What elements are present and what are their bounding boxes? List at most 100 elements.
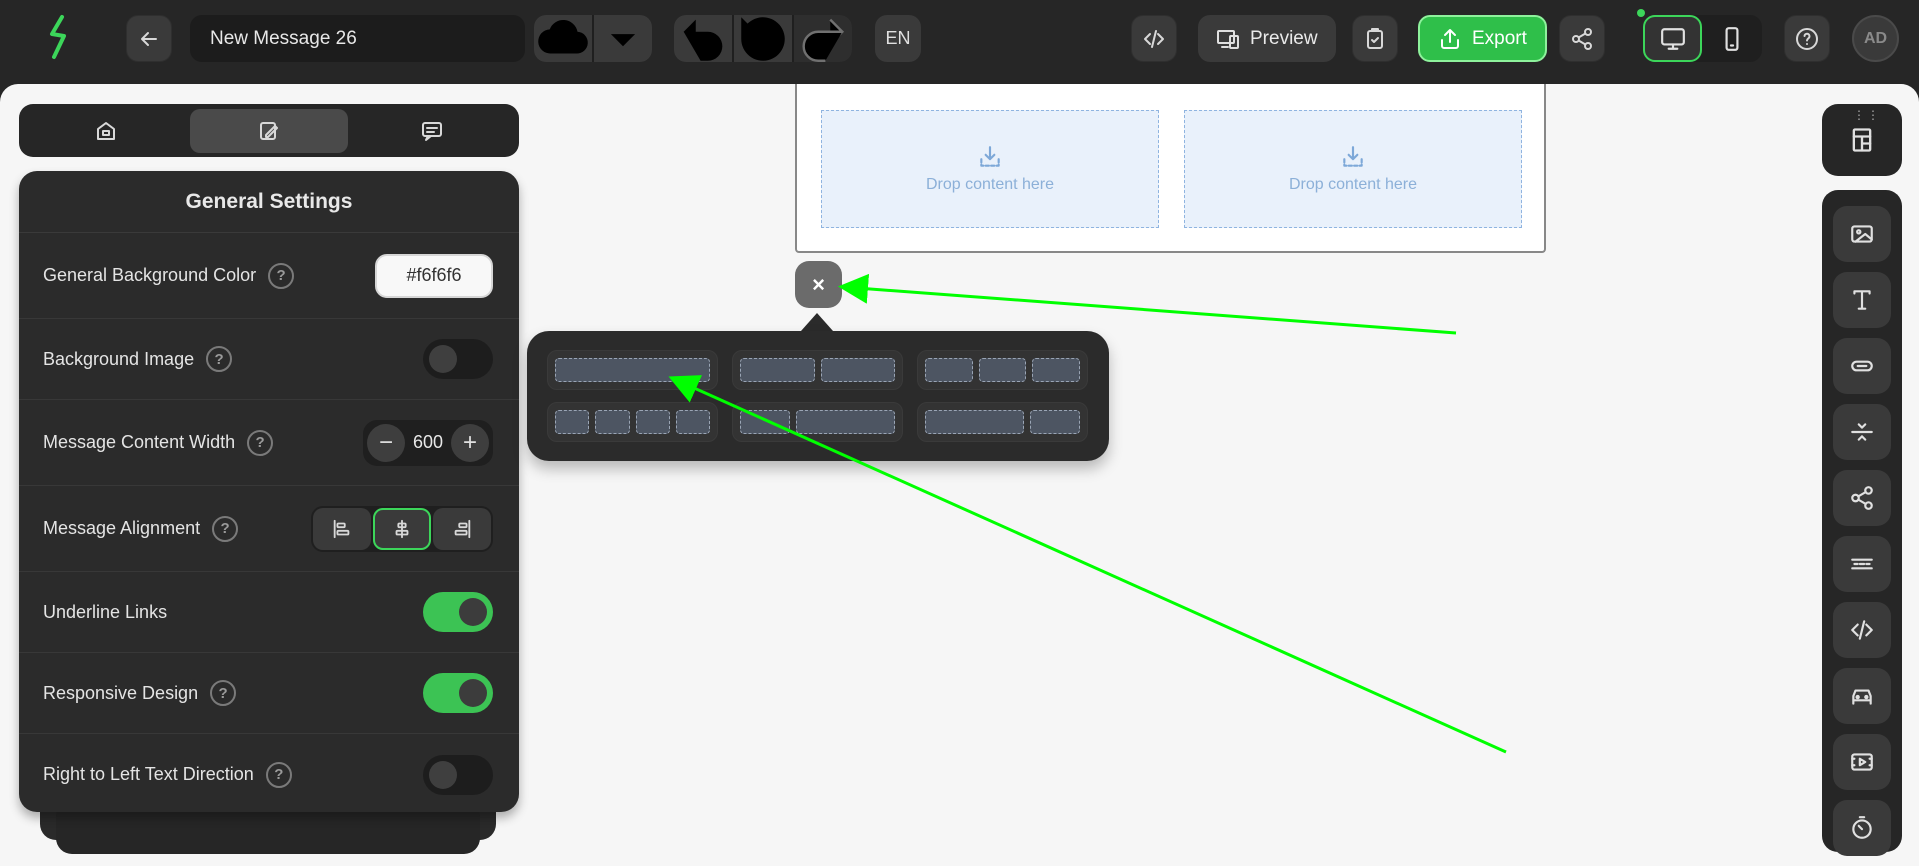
undo-icon (683, 19, 723, 61)
content-width-stepper: − 600 + (363, 419, 493, 466)
checklist-button[interactable] (1352, 15, 1398, 62)
button-block-button[interactable] (1833, 338, 1891, 394)
layout-4-columns[interactable] (547, 402, 718, 442)
video-block-button[interactable] (1833, 734, 1891, 790)
menu-block-button[interactable] (1833, 536, 1891, 592)
tab-content[interactable] (27, 109, 184, 153)
content-icon (96, 121, 115, 140)
image-block-button[interactable] (1833, 206, 1891, 262)
help-icon (1796, 27, 1818, 50)
html-block-button[interactable] (1833, 602, 1891, 658)
back-button[interactable] (126, 15, 172, 62)
tab-comments[interactable] (354, 109, 511, 153)
setting-rtl: Right to Left Text Direction? (19, 734, 519, 812)
align-center-button[interactable] (373, 507, 431, 550)
setting-content-width: Message Content Width? − 600 + (19, 400, 519, 486)
comments-icon (422, 121, 443, 141)
code-icon (1144, 29, 1164, 48)
rtl-toggle[interactable] (423, 754, 493, 795)
share-icon (1572, 27, 1592, 50)
help-icon[interactable]: ? (206, 346, 233, 372)
cloud-upload-button[interactable] (534, 15, 592, 62)
help-icon[interactable]: ? (265, 761, 292, 788)
undo-button[interactable] (674, 15, 732, 62)
popup-caret (801, 313, 833, 331)
help-icon[interactable]: ? (268, 262, 295, 289)
devices-icon (1217, 29, 1239, 49)
save-dropdown-button[interactable] (594, 15, 652, 62)
close-layout-picker-button[interactable]: × (795, 261, 842, 308)
desktop-icon (1660, 27, 1685, 50)
amp-block-button[interactable] (1833, 668, 1891, 724)
design-icon (259, 121, 278, 140)
drop-icon (980, 146, 1000, 167)
layout-3-columns[interactable] (917, 350, 1088, 390)
setting-underline-links: Underline Links (19, 572, 519, 653)
responsive-design-toggle[interactable] (423, 673, 493, 713)
setting-label: Underline Links (43, 601, 168, 622)
mobile-view-button[interactable] (1702, 15, 1761, 62)
drop-zone[interactable]: Drop content here (1184, 110, 1522, 228)
status-dot (1637, 9, 1645, 17)
language-button[interactable]: EN (875, 15, 921, 62)
align-left-button[interactable] (313, 507, 371, 550)
drop-text: Drop content here (925, 176, 1055, 193)
timer-block-button[interactable] (1833, 800, 1891, 856)
align-right-icon (454, 519, 471, 538)
social-block-button[interactable] (1833, 470, 1891, 526)
logo-icon[interactable] (44, 14, 74, 60)
share-button[interactable] (1559, 15, 1605, 62)
preview-button[interactable]: Preview (1198, 15, 1336, 62)
background-image-toggle[interactable] (423, 339, 493, 379)
image-icon (1851, 225, 1873, 243)
drop-zone[interactable]: Drop content here (821, 110, 1159, 228)
preview-label: Preview (1250, 27, 1318, 49)
setting-label: General Background Color (43, 265, 257, 285)
help-icon[interactable]: ? (247, 429, 274, 456)
share-icon (1851, 486, 1873, 510)
increment-button[interactable]: + (451, 423, 489, 462)
desktop-view-button[interactable] (1643, 15, 1702, 62)
code-icon (1851, 620, 1873, 640)
help-icon[interactable]: ? (212, 515, 239, 542)
layout-1-column[interactable] (547, 350, 718, 390)
align-right-button[interactable] (433, 507, 491, 550)
background-color-input[interactable]: #f6f6f6 (375, 253, 493, 298)
history-button[interactable] (734, 15, 792, 62)
code-view-button[interactable] (1131, 15, 1177, 62)
avatar[interactable]: AD (1852, 15, 1899, 62)
email-structure[interactable]: Drop content here Drop content here (795, 84, 1546, 253)
redo-button[interactable] (794, 15, 852, 62)
content-width-value[interactable]: 600 (409, 432, 447, 453)
underline-links-toggle[interactable] (423, 592, 493, 632)
redo-icon (802, 18, 845, 62)
message-title-input[interactable]: New Message 26 (190, 15, 525, 62)
text-block-button[interactable] (1833, 272, 1891, 328)
help-button[interactable] (1784, 15, 1830, 62)
save-group (534, 15, 652, 62)
setting-label: Message Alignment (43, 518, 201, 538)
mobile-icon (1725, 26, 1738, 51)
chevron-down-icon (610, 33, 636, 46)
panel-title: General Settings (19, 171, 519, 233)
help-icon[interactable]: ? (210, 680, 237, 706)
alignment-group (311, 505, 493, 552)
layout-1-2-columns[interactable] (732, 402, 903, 442)
drag-handle-icon[interactable]: ⋮⋮ (1853, 108, 1881, 122)
align-left-icon (333, 519, 350, 538)
decrement-button[interactable]: − (367, 423, 405, 462)
blocks-button[interactable]: ⋮⋮ (1822, 104, 1902, 176)
layout-2-columns[interactable] (732, 350, 903, 390)
tab-design[interactable] (190, 108, 348, 153)
setting-label: Background Image (43, 348, 195, 369)
export-label: Export (1472, 27, 1527, 49)
panel-tabs (19, 104, 519, 157)
car-icon (1852, 689, 1872, 705)
export-button[interactable]: Export (1418, 15, 1547, 62)
clipboard-check-icon (1367, 27, 1383, 49)
device-toggle (1643, 15, 1762, 62)
layout-blocks-icon (1852, 128, 1872, 152)
layout-2-1-columns[interactable] (917, 402, 1088, 442)
spacer-block-button[interactable] (1833, 404, 1891, 460)
setting-background-image: Background Image? (19, 319, 519, 400)
